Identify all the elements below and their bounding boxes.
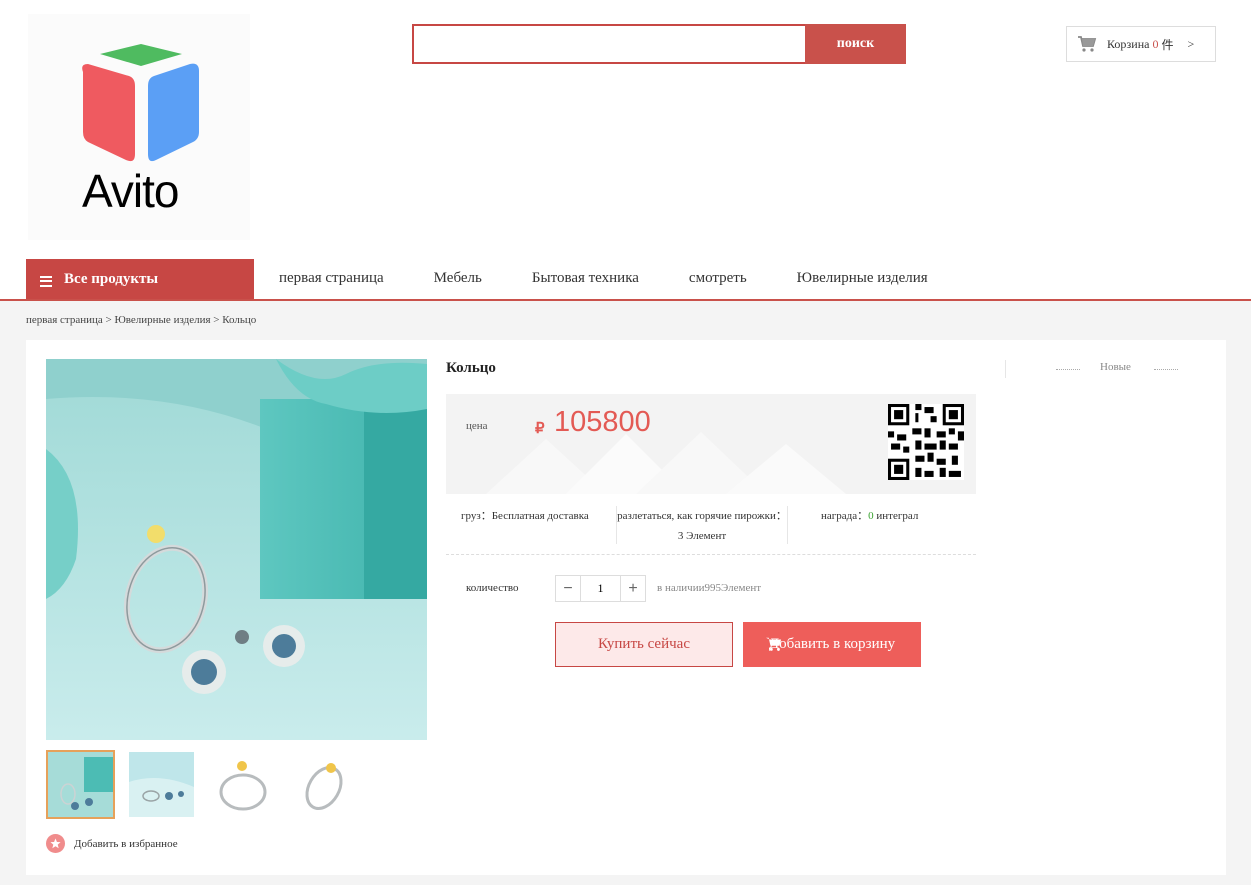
nav-link-watches[interactable]: смотреть — [664, 270, 772, 287]
sold-info: разлетаться, как горячие пирожки： 3 Элеме… — [616, 506, 788, 544]
cart-count: 0 — [1152, 36, 1159, 51]
price-box: цена ₽ 105800 — [446, 394, 976, 494]
nav-link-furniture[interactable]: Мебель — [409, 270, 507, 287]
shipping-info: груз：Бесплатная доставка — [461, 506, 589, 526]
nav-link-appliances[interactable]: Бытовая техника — [507, 270, 664, 287]
search-button[interactable]: поиск — [805, 24, 906, 64]
logo[interactable]: Avito — [28, 14, 250, 240]
nav-link-jewelry[interactable]: Ювелирные изделия — [772, 270, 953, 287]
qr-code-icon — [888, 404, 964, 480]
price-label: цена — [466, 420, 488, 432]
logo-text: Avito — [82, 165, 179, 217]
breadcrumb[interactable]: первая страница > Ювелирные изделия > Ко… — [26, 314, 256, 326]
favorite-label: Добавить в избранное — [74, 837, 178, 850]
cart-icon — [766, 637, 782, 651]
cart-arrow-icon: > — [1187, 36, 1195, 51]
product-main-image[interactable] — [46, 359, 427, 740]
buy-now-button[interactable]: Купить сейчас — [555, 622, 733, 667]
cart-label: Корзина — [1107, 36, 1150, 51]
divider-right — [1154, 369, 1178, 370]
quantity-stepper: − + — [555, 575, 646, 602]
reward-label: награда： — [821, 510, 869, 522]
thumbnail-2[interactable] — [127, 750, 196, 819]
reward-info: награда：0 интеграл — [821, 506, 918, 526]
quantity-increase-button[interactable]: + — [620, 576, 645, 601]
thumbnail-4[interactable] — [289, 750, 358, 819]
menu-icon — [40, 275, 52, 287]
add-to-cart-label: Добавить в корзину — [768, 636, 896, 652]
cart-unit: 件 — [1161, 37, 1174, 52]
product-info-row: груз：Бесплатная доставка разлетаться, ка… — [446, 500, 976, 555]
main-nav: Все продукты первая страница Мебель Быто… — [0, 258, 1251, 301]
product-title: Кольцо — [446, 360, 496, 376]
price-value: 105800 — [554, 406, 651, 438]
all-products-label: Все продукты — [64, 270, 159, 287]
nav-links: первая страница Мебель Бытовая техника с… — [254, 258, 953, 299]
reward-unit: интеграл — [873, 510, 919, 522]
new-products-label: Новые — [1100, 361, 1131, 373]
cart-icon — [1078, 36, 1097, 52]
search-bar: поиск — [412, 24, 906, 64]
search-input[interactable] — [412, 24, 805, 64]
quantity-input[interactable] — [581, 576, 620, 601]
sold-value: 3 Элемент — [677, 530, 727, 542]
shipping-value: Бесплатная доставка — [491, 510, 589, 522]
quantity-decrease-button[interactable]: − — [556, 576, 581, 601]
nav-link-home[interactable]: первая страница — [254, 270, 409, 287]
divider-left — [1056, 369, 1080, 370]
add-to-cart-button[interactable]: Добавить в корзину — [743, 622, 921, 667]
thumbnail-1[interactable] — [46, 750, 115, 819]
product-card: Добавить в избранное Кольцо цена ₽ 10580… — [26, 340, 1226, 875]
sold-label: разлетаться, как горячие пирожки： — [617, 510, 787, 522]
cart-summary[interactable]: Корзина 0 件 > — [1066, 26, 1216, 62]
new-products-panel: Новые — [1005, 360, 1205, 378]
add-to-favorites[interactable]: Добавить в избранное — [46, 834, 178, 853]
all-products-button[interactable]: Все продукты — [26, 259, 254, 299]
price-currency: ₽ — [535, 420, 545, 437]
header: Avito поиск Корзина 0 件 > — [0, 0, 1251, 258]
stock-info: в наличии995Элемент — [657, 582, 762, 594]
star-icon — [46, 834, 65, 853]
quantity-label: количество — [466, 582, 519, 594]
shipping-label: груз： — [461, 510, 492, 522]
thumbnail-strip — [46, 750, 370, 819]
thumbnail-3[interactable] — [208, 750, 277, 819]
